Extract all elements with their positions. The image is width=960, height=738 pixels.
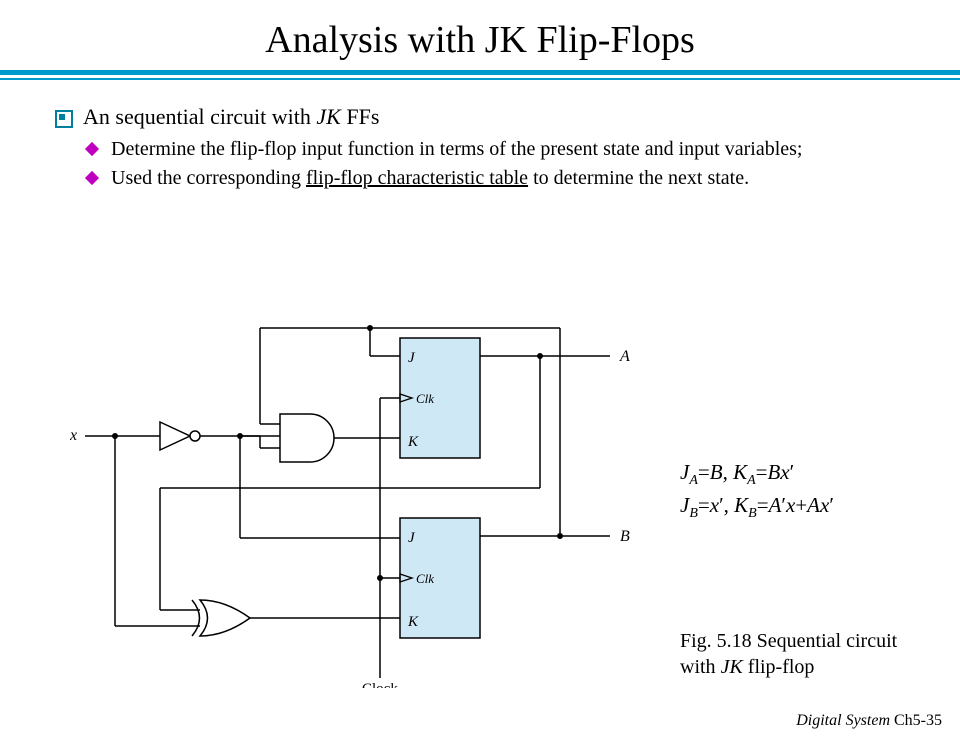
label-B: B	[620, 528, 630, 545]
bullet-level2: Determine the flip-flop input function i…	[55, 136, 920, 163]
slide-footer: Digital System Ch5-35	[796, 712, 942, 730]
and-gate-icon	[280, 414, 334, 462]
text: Used the corresponding	[111, 167, 306, 189]
label-K: K	[407, 434, 419, 450]
label-A: A	[619, 348, 630, 365]
text-italic: JK	[316, 104, 340, 129]
page-title: Analysis with JK Flip-Flops	[0, 18, 960, 62]
bullet-level1: An sequential circuit with JK FFs	[55, 104, 920, 130]
label-Clock: Clock	[362, 681, 398, 688]
diamond-bullet-icon	[85, 142, 99, 156]
text: An sequential circuit with	[83, 104, 316, 129]
square-bullet-icon	[55, 110, 73, 128]
text: to determine the next state.	[528, 167, 749, 189]
figure-caption: Fig. 5.18 Sequential circuit with JK fli…	[680, 628, 940, 680]
bullet-level2: Used the corresponding flip-flop charact…	[55, 165, 920, 192]
xor-gate-icon	[192, 600, 250, 636]
text: FFs	[341, 104, 380, 129]
label-x: x	[70, 427, 77, 444]
divider	[0, 70, 960, 80]
not-gate-icon	[160, 422, 200, 450]
diamond-bullet-icon	[85, 171, 99, 185]
text-underline: flip-flop characteristic table	[306, 167, 528, 189]
equations: JA=B, KA=Bx′ JB=x′, KB=A′x+Ax′	[680, 458, 834, 524]
label-K: K	[407, 614, 419, 630]
circuit-diagram: x J	[70, 318, 670, 688]
text: Determine the flip-flop input function i…	[111, 138, 802, 160]
label-Clk: Clk	[416, 391, 434, 406]
label-Clk: Clk	[416, 571, 434, 586]
